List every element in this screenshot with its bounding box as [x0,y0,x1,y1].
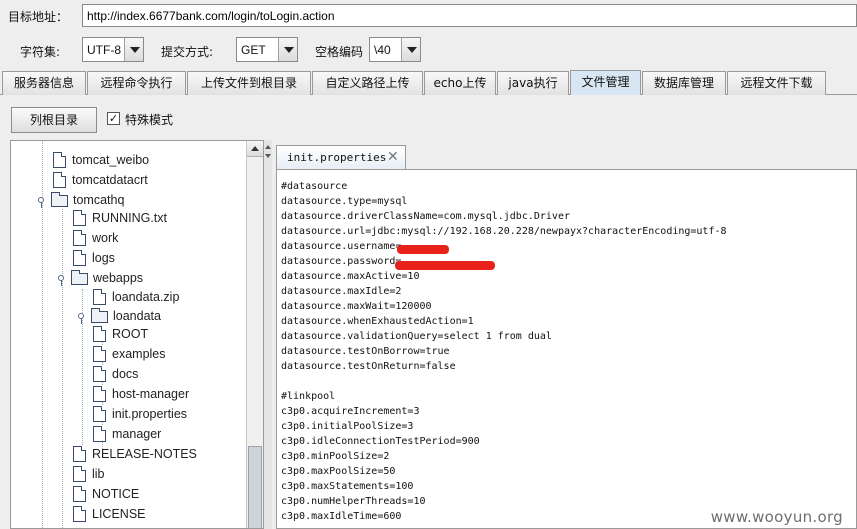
tree-item-label: RELEASE-NOTES [92,447,197,461]
tab-java-exec[interactable]: java执行 [497,71,569,95]
file-icon [73,446,86,462]
options-bar: 字符集: UTF-8 提交方式: GET 空格编码 \40 [0,34,857,66]
tree-item-label: manager [112,427,162,441]
tree-item-label: tomcat_weibo [72,153,150,167]
file-icon [93,386,106,402]
folder-icon [51,192,68,207]
list-root-button[interactable]: 列根目录 [11,107,97,133]
tree-scrollbar[interactable] [246,141,263,528]
watermark: www.wooyun.org [710,508,843,526]
tree-item-label: loandata.zip [112,290,180,304]
tree-item-label: tomcatdatacrt [72,173,148,187]
tree-item-label: work [92,231,119,245]
target-bar: 目标地址： [0,0,857,32]
file-icon [93,346,106,362]
file-icon [73,466,86,482]
file-icon [73,506,86,522]
folder-icon [71,270,88,285]
file-tree[interactable]: tomcat_weibo tomcatdatacrt tomcathq RUNN… [10,140,264,529]
file-icon [73,210,86,226]
special-mode-label: 特殊模式 [125,113,174,127]
tree-item-label: ROOT [112,327,149,341]
collapse-right-icon[interactable] [265,154,271,158]
tab-remote-command[interactable]: 远程命令执行 [87,71,186,95]
tab-database-manager[interactable]: 数据库管理 [642,71,726,95]
charset-value: UTF-8 [87,43,121,57]
tab-server-info[interactable]: 服务器信息 [2,71,86,95]
space-encoding-label: 空格编码 [315,45,364,59]
tree-item-label: NOTICE [92,487,140,501]
scroll-up-icon[interactable] [247,141,263,157]
tree-item-label: LICENSE [92,507,146,521]
method-select[interactable]: GET [236,37,298,62]
folder-icon [91,308,108,323]
file-toolbar: 列根目录 ✓ 特殊模式 [0,96,857,140]
file-icon [93,426,106,442]
file-icon [73,230,86,246]
tree-item-label: logs [92,251,115,265]
target-label: 目标地址： [8,10,69,24]
expand-toggle-icon[interactable] [38,197,44,208]
file-icon [93,289,106,305]
tab-remote-download[interactable]: 远程文件下载 [727,71,826,95]
redaction-mark [395,261,495,270]
file-icon [73,486,86,502]
file-content-text[interactable]: #datasource datasource.type=mysql dataso… [281,179,727,524]
collapse-left-icon[interactable] [265,145,271,149]
split-divider[interactable] [264,140,272,529]
file-icon [53,172,66,188]
file-icon [93,326,106,342]
expand-toggle-icon[interactable] [78,313,84,324]
tree-item-label: examples [112,347,166,361]
editor-file-tab-label: init.properties [287,151,387,164]
tab-custom-upload[interactable]: 自定义路径上传 [312,71,423,95]
tree-item-label: lib [92,467,105,481]
charset-label: 字符集: [20,45,61,59]
close-icon[interactable]: ✕ [387,150,401,164]
editor-file-tab[interactable]: init.properties ✕ [276,145,406,169]
charset-select[interactable]: UTF-8 [82,37,144,62]
special-mode-checkbox[interactable]: ✓ [107,112,120,125]
tree-item-label: RUNNING.txt [92,211,167,225]
tree-item-label: tomcathq [73,193,125,207]
space-encoding-select[interactable]: \40 [369,37,421,62]
scroll-thumb[interactable] [248,446,262,528]
tree-item-label: host-manager [112,387,190,401]
tree-item-label: webapps [93,271,144,285]
chevron-down-icon[interactable] [278,38,297,61]
tree-item-label: init.properties [112,407,188,421]
file-icon [93,366,106,382]
space-encoding-value: \40 [374,43,391,57]
redaction-mark [397,245,449,254]
target-url-input[interactable] [82,4,857,27]
tab-upload-root[interactable]: 上传文件到根目录 [187,71,311,95]
tree-guide-line [62,209,63,528]
method-label: 提交方式: [161,45,214,59]
main-tabs: 服务器信息 远程命令执行 上传文件到根目录 自定义路径上传 echo上传 jav… [0,70,857,95]
file-icon [53,152,66,168]
file-icon [93,406,106,422]
chevron-down-icon[interactable] [401,38,420,61]
tree-item-label: docs [112,367,139,381]
tab-file-manager[interactable]: 文件管理 [570,70,641,95]
tree-item-label: loandata [113,309,161,323]
method-value: GET [241,43,266,57]
file-content-editor[interactable]: #datasource datasource.type=mysql dataso… [276,169,857,529]
tab-echo-upload[interactable]: echo上传 [424,71,496,95]
file-icon [73,250,86,266]
chevron-down-icon[interactable] [124,38,143,61]
editor-area: init.properties ✕ #datasource datasource… [272,140,857,529]
expand-toggle-icon[interactable] [58,275,64,286]
